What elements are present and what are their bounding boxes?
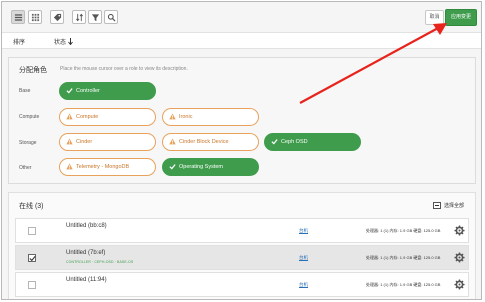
node-row[interactable]: Untitled (7b:ef) CONTROLLER · CEPH-OSD ·…: [15, 245, 469, 270]
role-compute[interactable]: Compute: [59, 108, 156, 126]
toolbar: 取消 应用变更: [2, 2, 481, 32]
group-label-storage: Storage: [19, 140, 37, 146]
role-label: Cinder Block Device: [179, 139, 229, 145]
role-telemetry-mongodb[interactable]: Telemetry - MongoDB: [59, 158, 156, 176]
sort-label[interactable]: 排序: [13, 37, 25, 46]
checkmark-icon: [271, 139, 278, 145]
cancel-button[interactable]: 取消: [425, 10, 444, 25]
node-status-link[interactable]: 台机: [299, 228, 308, 234]
warning-icon: [66, 138, 73, 145]
role-cinder-block-device[interactable]: Cinder Block Device: [162, 133, 259, 151]
sort-icon[interactable]: [72, 10, 86, 24]
role-label: Compute: [76, 114, 99, 120]
role-label: Operating System: [179, 164, 224, 170]
apply-changes-button[interactable]: 应用变更: [445, 9, 477, 26]
checkmark-icon: [66, 88, 73, 94]
select-all-checkbox[interactable]: [433, 202, 441, 209]
group-label-compute: Compute: [19, 114, 40, 120]
node-status-link[interactable]: 台机: [299, 255, 308, 261]
tag-icon[interactable]: [50, 10, 64, 24]
role-label: Ironic: [179, 114, 193, 120]
node-specs: 处理器: 1 (1) 内存: 1.9 GB 硬盘: 125.0 GB: [366, 282, 441, 287]
sort-bar: 排序 状态: [2, 32, 481, 49]
role-operating-system[interactable]: Operating System: [162, 158, 259, 176]
down-arrow-icon: [68, 38, 73, 45]
role-cinder[interactable]: Cinder: [59, 133, 156, 151]
checkmark-icon: [169, 164, 176, 170]
filter-icon[interactable]: [88, 10, 102, 24]
node-row[interactable]: Untitled (bb:c8) 台机 处理器: 1 (1) 内存: 1.9 G…: [15, 218, 469, 243]
node-roles: CONTROLLER · CEPH-OSD · BASE-OS: [66, 260, 134, 264]
select-all-label[interactable]: 选择全部: [444, 202, 464, 209]
node-specs: 处理器: 1 (1) 内存: 1.9 GB 硬盘: 125.0 GB: [366, 228, 441, 233]
warning-icon: [66, 113, 73, 120]
panel-title: 分配角色: [19, 67, 47, 74]
role-label: Controller: [76, 88, 100, 94]
node-name: Untitled (11:94): [66, 277, 107, 283]
group-label-other: Other: [19, 165, 32, 171]
warning-icon: [66, 163, 73, 170]
online-nodes-title: 在线 (3): [19, 203, 44, 210]
warning-icon: [169, 138, 176, 145]
node-status-link[interactable]: 台机: [299, 282, 308, 288]
role-label: Ceph OSD: [281, 139, 308, 145]
app-frame: 取消 应用变更 排序 状态 分配角色 Place the mouse curso…: [1, 1, 482, 300]
gear-icon[interactable]: [454, 279, 465, 290]
grid-view-icon[interactable]: [28, 10, 42, 24]
role-ironic[interactable]: Ironic: [162, 108, 259, 126]
node-checkbox[interactable]: [28, 254, 36, 262]
group-label-base: Base: [19, 88, 31, 94]
role-ceph-osd[interactable]: Ceph OSD: [264, 133, 361, 151]
node-row[interactable]: Untitled (11:94) 台机 处理器: 1 (1) 内存: 1.9 G…: [15, 272, 469, 297]
panel-hint: Place the mouse cursor over a role to vi…: [60, 66, 188, 72]
node-checkbox[interactable]: [28, 227, 36, 235]
node-checkbox[interactable]: [28, 281, 36, 289]
checkmark-icon: [29, 255, 36, 262]
role-label: Cinder: [76, 139, 93, 145]
warning-icon: [169, 113, 176, 120]
gear-icon[interactable]: [454, 252, 465, 263]
node-name: Untitled (bb:c8): [66, 223, 107, 229]
assign-roles-panel: 分配角色 Place the mouse cursor over a role …: [8, 57, 476, 184]
list-view-icon[interactable]: [11, 10, 25, 24]
role-controller[interactable]: Controller: [59, 82, 156, 100]
status-sort-label[interactable]: 状态: [54, 37, 66, 46]
node-name: Untitled (7b:ef): [66, 250, 106, 256]
node-specs: 处理器: 1 (1) 内存: 1.9 GB 硬盘: 125.0 GB: [366, 255, 441, 260]
search-icon[interactable]: [104, 10, 118, 24]
gear-icon[interactable]: [454, 225, 465, 236]
role-label: Telemetry - MongoDB: [76, 164, 130, 170]
